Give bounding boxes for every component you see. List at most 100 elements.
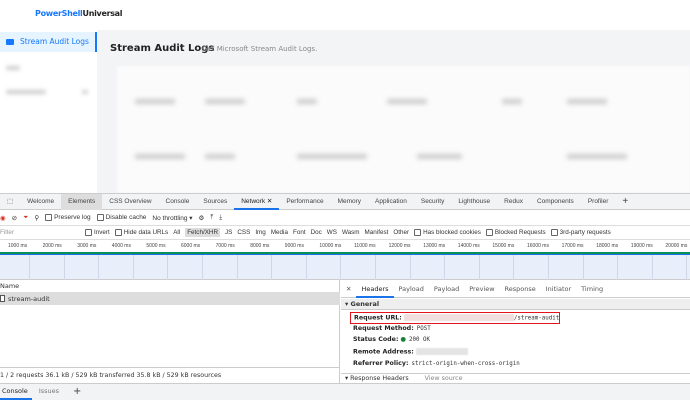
app-header: PowerShellUniversal [0,0,690,30]
drawer-tab-issues[interactable]: Issues [32,384,66,400]
add-tab-icon[interactable]: + [615,194,635,210]
tab-security[interactable]: Security [414,194,451,210]
type-doc[interactable]: Doc [311,229,322,236]
inspect-icon[interactable]: ⬚ [0,194,20,210]
blocked-cookies-checkbox[interactable]: Has blocked cookies [414,228,481,236]
tab-timing[interactable]: Timing [576,280,608,298]
ruler-tick: 5000 ms [146,243,166,249]
close-icon[interactable]: ✕ [267,198,272,205]
type-js[interactable]: JS [225,229,232,236]
tab-welcome[interactable]: Welcome [20,194,61,210]
network-toolbar: ◉ ⊘ ⏷ ⚲ Preserve log Disable cache No th… [0,210,690,226]
third-party-checkbox[interactable]: 3rd-party requests [550,228,611,236]
search-icon[interactable]: ⚲ [34,214,39,222]
ruler-tick: 11000 ms [354,243,376,249]
sidebar [0,30,97,193]
tab-payload-2[interactable]: Payload [429,280,464,298]
file-icon [0,295,5,302]
blocked-requests-checkbox[interactable]: Blocked Requests [485,228,546,236]
ruler-tick: 19000 ms [630,243,653,249]
logo[interactable]: PowerShellUniversal [35,9,123,18]
type-wasm[interactable]: Wasm [342,229,360,236]
tab-console[interactable]: Console [159,194,197,210]
type-all[interactable]: All [173,229,180,236]
grid-line [375,255,376,280]
add-drawer-tab-icon[interactable]: + [66,384,88,400]
upload-icon[interactable]: ⤒ [210,214,213,222]
response-headers-section[interactable]: ▾ Response Headers View source [341,373,690,383]
ruler-tick: 12000 ms [388,243,411,249]
request-list: Name stream-audit 1 / 2 requests 36.1 kB… [0,280,340,383]
grid-line [513,255,515,280]
close-details-icon[interactable]: ✕ [341,280,356,298]
tab-response[interactable]: Response [500,280,541,298]
invert-checkbox[interactable]: Invert [85,228,110,236]
tab-initiator[interactable]: Initiator [541,280,576,298]
timeline-overview[interactable] [0,255,690,280]
tab-headers[interactable]: Headers [356,280,394,298]
filter-input[interactable]: Filter [0,229,80,236]
grid-line [478,255,480,280]
video-icon [6,39,14,45]
grid-line [409,255,411,280]
ruler-tick: 2000 ms [42,243,62,249]
ruler-tick: 13000 ms [423,243,446,249]
request-row[interactable]: stream-audit [0,293,340,305]
throttling-select[interactable]: No throttling ▾ [152,214,192,222]
preserve-log-checkbox[interactable]: Preserve log [45,213,91,221]
grid-line [340,255,342,280]
type-manifest[interactable]: Manifest [365,229,389,236]
tab-sources[interactable]: Sources [196,194,234,210]
drawer-tab-console[interactable]: Console [0,384,32,400]
download-icon[interactable]: ⤓ [219,214,222,222]
type-other[interactable]: Other [393,229,409,236]
tab-payload[interactable]: Payload [394,280,429,298]
grid-line [582,255,584,280]
tab-css-overview[interactable]: CSS Overview [102,194,158,210]
ruler-tick: 9000 ms [284,243,304,249]
ruler-tick: 14000 ms [457,243,480,249]
network-conditions-icon[interactable]: ⚙ [199,214,205,222]
disable-cache-checkbox[interactable]: Disable cache [96,213,146,221]
tab-redux[interactable]: Redux [497,194,530,210]
ruler-tick: 15000 ms [492,243,515,249]
tab-lighthouse[interactable]: Lighthouse [451,194,497,210]
referrer-policy-row: Referrer Policy: strict-origin-when-cross… [353,360,520,367]
ruler-tick: 17000 ms [561,243,584,249]
general-section-header[interactable]: ▾ General [341,299,690,310]
clear-icon[interactable]: ⊘ [12,214,17,222]
grid-line [63,255,65,280]
ruler-tick: 7000 ms [215,243,235,249]
grid-line [651,255,653,280]
tab-performance[interactable]: Performance [279,194,330,210]
sidebar-item-stream-audit-logs[interactable]: Stream Audit Logs [0,32,97,52]
grid-line [686,255,688,280]
type-fetch-xhr[interactable]: Fetch/XHR [185,228,220,237]
blurred-table [117,66,690,193]
tab-profiler[interactable]: Profiler [581,194,616,210]
grid-line [305,255,307,280]
type-font[interactable]: Font [293,229,306,236]
grid-line [236,255,238,280]
page-title: Stream Audit Logs [110,43,215,54]
view-source-link[interactable]: View source [425,375,463,382]
tab-elements[interactable]: Elements [61,193,103,210]
record-icon[interactable]: ◉ [0,214,6,222]
tab-preview[interactable]: Preview [464,280,499,298]
tab-memory[interactable]: Memory [331,194,368,210]
tab-network[interactable]: Network ✕ [234,194,280,210]
status-ok-icon: ● [400,336,407,343]
filter-icon[interactable]: ⏷ [23,214,28,222]
type-css[interactable]: CSS [237,229,250,236]
ruler-tick: 4000 ms [111,243,131,249]
tab-components[interactable]: Components [530,194,581,210]
tab-application[interactable]: Application [368,194,414,210]
name-column-header[interactable]: Name [0,280,340,293]
request-method-row: Request Method: POST [353,325,431,332]
hide-data-urls-checkbox[interactable]: Hide data URLs [114,228,168,236]
type-img[interactable]: Img [255,229,266,236]
type-media[interactable]: Media [271,229,288,236]
ruler-tick: 18000 ms [596,243,619,249]
type-ws[interactable]: WS [327,229,337,236]
grid-line [617,255,619,280]
